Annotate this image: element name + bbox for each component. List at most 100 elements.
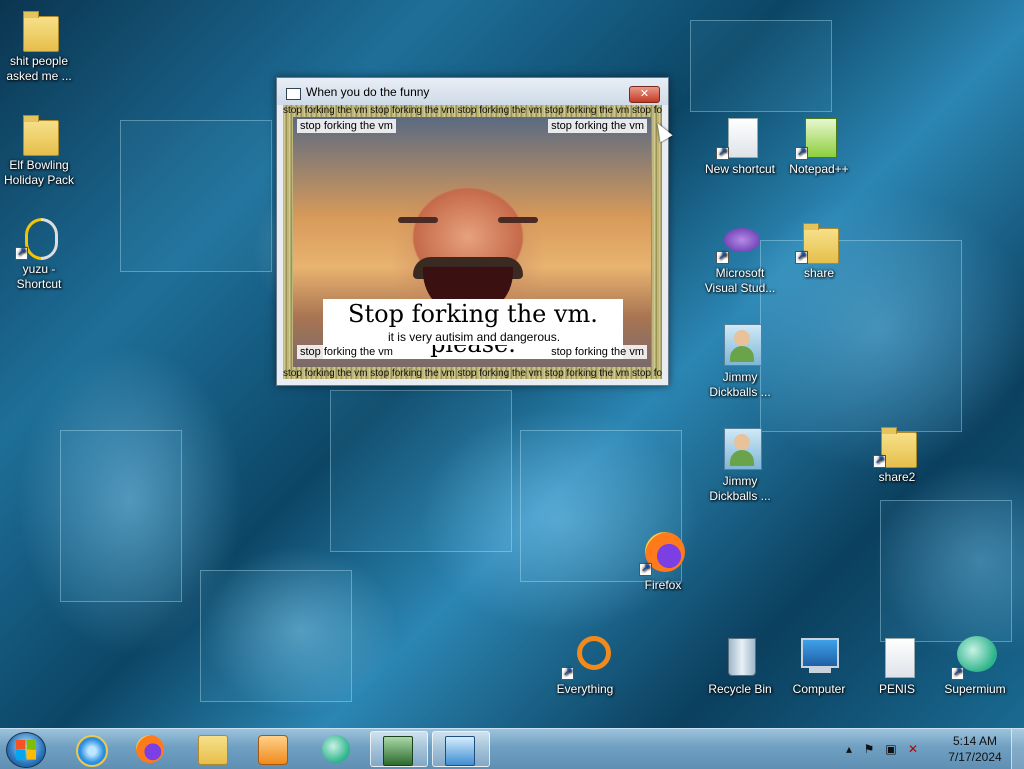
wallpaper-cube [200, 570, 352, 702]
desktop-icon-label: Elf Bowling Holiday Pack [3, 158, 75, 187]
desktop-icon-label: Notepad++ [789, 162, 849, 176]
desktop-icon-label: New shortcut [704, 162, 776, 176]
desktop-icon-contact[interactable]: Jimmy Dickballs ... [701, 322, 779, 400]
wallpaper-cube [330, 390, 512, 552]
taskbar-firefox[interactable] [124, 731, 176, 767]
close-button[interactable]: ✕ [629, 86, 660, 103]
desktop-icon-share[interactable]: share [780, 218, 858, 281]
contact-icon [716, 322, 764, 368]
taskbar-internet-explorer[interactable] [64, 731, 116, 767]
shortcut-arrow-icon [795, 145, 808, 160]
meme-window[interactable]: When you do the funny ✕ stop forking the… [276, 77, 669, 386]
yuzu-icon [15, 214, 63, 260]
desktop-icon-contact[interactable]: Jimmy Dickballs ... [701, 426, 779, 504]
folder-icon [795, 218, 843, 264]
folder-icon [873, 422, 921, 468]
taskbar: ▴ ⚑ ▣ ✕ 5:14 AM 7/17/2024 [0, 728, 1024, 769]
wallpaper-cube [120, 120, 272, 272]
start-button[interactable] [6, 732, 46, 768]
desktop-icon-label: Jimmy Dickballs ... [709, 474, 771, 503]
folder-icon [15, 110, 63, 156]
meme-image: stop forking the vm stop forking the vm … [293, 117, 651, 367]
desktop-icon-folder[interactable]: Elf Bowling Holiday Pack [0, 110, 78, 188]
desktop-icon-new-shortcut[interactable]: New shortcut [701, 114, 779, 177]
visual-studio-icon [716, 218, 764, 264]
window-titlebar[interactable]: When you do the funny ✕ [277, 78, 668, 105]
shortcut-arrow-icon [716, 249, 729, 264]
shortcut-arrow-icon [15, 245, 28, 260]
taskbar-supermium[interactable] [310, 731, 362, 767]
taskbar-file-explorer[interactable] [186, 731, 238, 767]
wallpaper-cube [690, 20, 832, 112]
notepad-plus-plus-icon [795, 114, 843, 160]
firefox-icon [639, 530, 687, 576]
contact-icon [716, 426, 764, 472]
internet-explorer-icon [76, 735, 108, 767]
desktop-icon-label: Firefox [644, 578, 682, 592]
desktop-icon-label: Supermium [944, 682, 1006, 696]
computer-icon [795, 634, 843, 680]
desktop: shit people asked me ... Elf Bowling Hol… [0, 0, 1024, 728]
corner-caption-bottom-right: stop forking the vm [548, 345, 647, 359]
clock[interactable]: 5:14 AM 7/17/2024 [936, 733, 1014, 765]
ticker-text-bottom: stop forking the vm stop forking the vm … [283, 368, 662, 379]
window-title: When you do the funny [306, 85, 430, 99]
document-icon [716, 114, 764, 160]
taskbar-media-player[interactable] [246, 731, 298, 767]
file-explorer-icon [198, 735, 228, 765]
shortcut-arrow-icon [716, 145, 729, 160]
desktop-icon-label: share [803, 266, 835, 280]
desktop-icon-label: shit people asked me ... [6, 54, 72, 83]
action-center-flag-icon[interactable]: ⚑ [862, 742, 876, 756]
taskbar-control-panel[interactable] [432, 731, 490, 767]
desktop-icon-folder[interactable]: shit people asked me ... [0, 6, 78, 84]
network-icon[interactable]: ▣ [884, 742, 898, 756]
volume-muted-icon[interactable]: ✕ [906, 742, 920, 756]
meme-eye [498, 217, 538, 223]
desktop-icon-label: Recycle Bin [708, 682, 772, 696]
control-panel-icon [445, 736, 475, 766]
shortcut-arrow-icon [951, 665, 964, 680]
corner-caption-top-right: stop forking the vm [548, 119, 647, 133]
desktop-icon-yuzu[interactable]: yuzu - Shortcut [0, 214, 78, 292]
desktop-icon-label: Microsoft Visual Stud... [704, 266, 776, 295]
recycle-bin-icon [716, 634, 764, 680]
window-icon [286, 88, 301, 100]
meme-subtitle: it is very autisim and dangerous. [381, 330, 567, 345]
meme-content: stop forking the vm stop forking the vm … [283, 105, 662, 379]
desktop-icon-supermium[interactable]: Supermium [936, 634, 1014, 697]
desktop-icon-label: Everything [556, 682, 614, 696]
desktop-icon-label: Jimmy Dickballs ... [709, 370, 771, 399]
corner-caption-top-left: stop forking the vm [297, 119, 396, 133]
media-player-icon [258, 735, 288, 765]
shortcut-arrow-icon [873, 453, 886, 468]
wallpaper-cube [60, 430, 182, 602]
desktop-icon-notepad-plus-plus[interactable]: Notepad++ [780, 114, 858, 177]
shortcut-arrow-icon [795, 249, 808, 264]
desktop-icon-label: PENIS [878, 682, 915, 696]
terminal-icon [383, 736, 413, 766]
desktop-icon-recycle-bin[interactable]: Recycle Bin [701, 634, 779, 697]
supermium-icon [322, 735, 350, 763]
taskbar-terminal[interactable] [370, 731, 428, 767]
show-desktop-button[interactable] [1011, 729, 1024, 769]
desktop-icon-everything[interactable]: Everything [546, 634, 624, 697]
folder-icon [15, 6, 63, 52]
desktop-icon-label: share2 [878, 470, 916, 484]
meme-eye [398, 217, 438, 223]
clock-date: 7/17/2024 [948, 750, 1002, 764]
system-tray: ▴ ⚑ ▣ ✕ 5:14 AM 7/17/2024 [834, 729, 1024, 769]
desktop-icon-label: Computer [792, 682, 846, 696]
desktop-icon-visual-studio[interactable]: Microsoft Visual Stud... [701, 218, 779, 296]
desktop-icon-document[interactable]: PENIS [858, 634, 936, 697]
show-hidden-icons-icon[interactable]: ▴ [842, 742, 856, 756]
windows-logo-icon [16, 740, 36, 760]
clock-time: 5:14 AM [952, 734, 998, 748]
desktop-icon-label: yuzu - Shortcut [16, 262, 62, 291]
desktop-icon-share2[interactable]: share2 [858, 422, 936, 485]
wallpaper-cube [880, 500, 1012, 642]
desktop-icon-firefox[interactable]: Firefox [624, 530, 702, 593]
ticker-text-top: stop forking the vm stop forking the vm … [283, 105, 662, 116]
shortcut-arrow-icon [639, 561, 652, 576]
desktop-icon-computer[interactable]: Computer [780, 634, 858, 697]
